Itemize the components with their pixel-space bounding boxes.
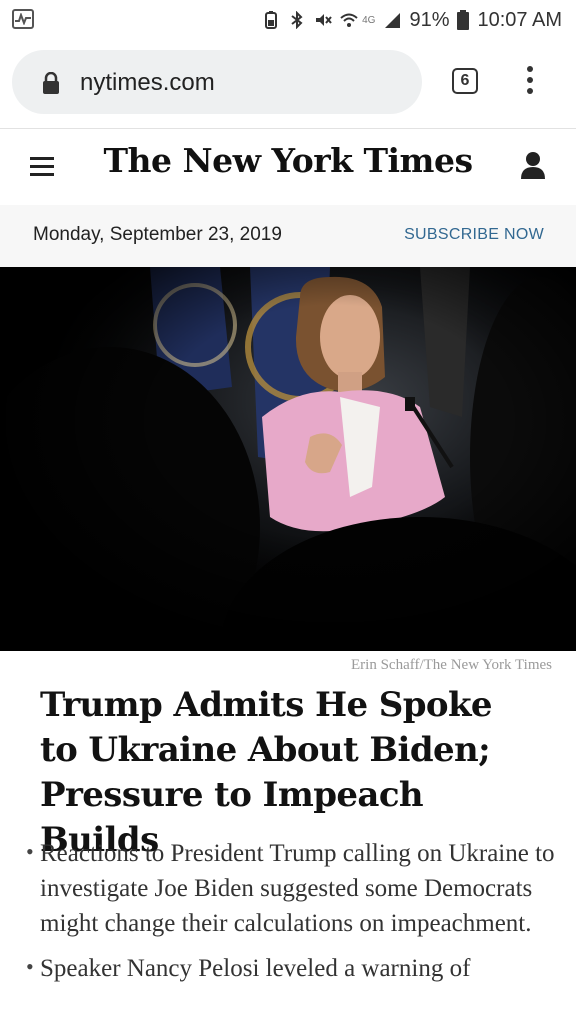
- bullet-dot: •: [26, 954, 34, 979]
- lock-icon: [43, 72, 59, 94]
- battery-percent: 91%: [409, 8, 450, 31]
- wifi-icon: [340, 13, 358, 27]
- overflow-menu-icon[interactable]: [520, 66, 540, 100]
- hero-image: [0, 267, 576, 651]
- mute-icon: [316, 14, 332, 26]
- activity-monitor-icon: [12, 9, 34, 29]
- address-bar[interactable]: nytimes.com: [12, 50, 422, 114]
- hero-photo[interactable]: [0, 267, 576, 651]
- battery-icon: [457, 10, 470, 30]
- status-icons: 4G 91% 10:07 AM: [262, 6, 562, 34]
- summary-bullet: • Speaker Nancy Pelosi leveled a warning…: [26, 951, 556, 986]
- current-date: Monday, September 23, 2019: [33, 224, 282, 245]
- account-icon[interactable]: [520, 151, 546, 179]
- network-type: 4G: [362, 14, 376, 26]
- tab-switcher-button[interactable]: 6: [452, 68, 478, 94]
- summary-text: Reactions to President Trump calling on …: [40, 840, 555, 937]
- bullet-dot: •: [26, 839, 34, 864]
- browser-toolbar: nytimes.com 6: [0, 40, 576, 129]
- subscribe-link[interactable]: SUBSCRIBE NOW: [404, 226, 544, 244]
- summary-bullet: • Reactions to President Trump calling o…: [26, 836, 556, 941]
- battery-saver-icon: [265, 11, 278, 29]
- photo-credit: Erin Schaff/The New York Times: [351, 657, 552, 673]
- signal-icon: [385, 13, 401, 28]
- clock: 10:07 AM: [477, 8, 562, 31]
- article-summary: • Reactions to President Trump calling o…: [26, 836, 556, 996]
- nyt-logo[interactable]: The New York Times: [0, 141, 576, 180]
- bluetooth-icon: [291, 11, 303, 29]
- site-header: The New York Times: [0, 129, 576, 206]
- summary-text: Speaker Nancy Pelosi leveled a warning o…: [40, 955, 471, 982]
- url-text: nytimes.com: [80, 69, 215, 96]
- dateline-bar: Monday, September 23, 2019 SUBSCRIBE NOW: [0, 205, 576, 268]
- status-bar: 4G 91% 10:07 AM: [0, 0, 576, 40]
